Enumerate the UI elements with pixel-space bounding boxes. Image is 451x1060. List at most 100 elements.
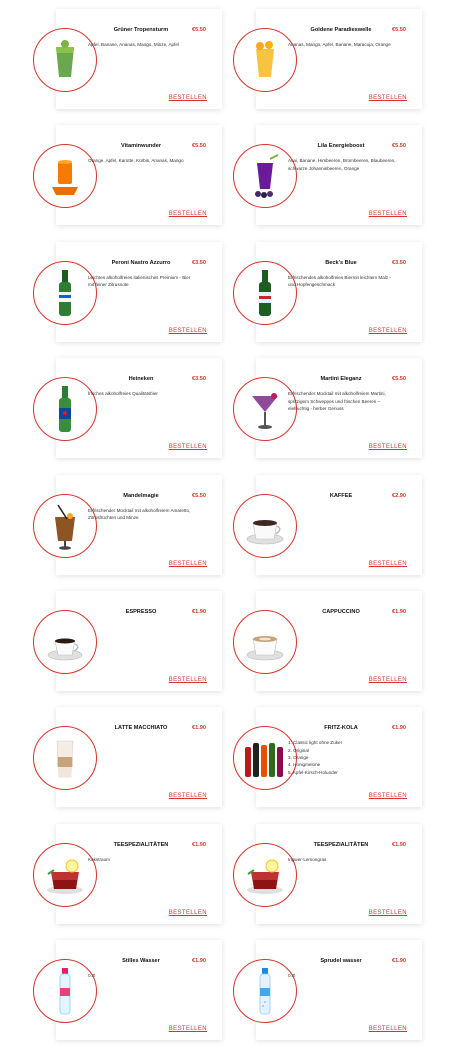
description-line: Ananas, Mango, Apfel, Banane, Maracuja, …	[288, 42, 391, 47]
product-price: €1.90	[392, 609, 406, 615]
product-price: €3.50	[192, 376, 206, 383]
description-line: elefruchtig - herber Genuss	[288, 405, 344, 411]
order-button[interactable]: BESTELLEN	[369, 793, 407, 799]
product-card: Sprudel wasser €1.90 0.2l BESTELLEN	[233, 940, 422, 1041]
product-name: Mandelmagie	[123, 492, 159, 499]
order-button[interactable]: BESTELLEN	[369, 444, 407, 450]
order-button[interactable]: BESTELLEN	[369, 910, 407, 916]
product-card: FRITZ-KOLA €1.90 1. Classic light ohne Zuk…	[233, 707, 422, 808]
description-line: Erfrischender Mocktail mit alkoholfreiem…	[88, 507, 191, 513]
product-description: Ananas, Mango, Apfel, Banane, Maracuja, …	[288, 41, 412, 48]
still-water-bottle-icon	[33, 959, 97, 1024]
product-description: Apfel, Banane, Ananas, Mango, Minze, Apf…	[88, 41, 212, 48]
order-button[interactable]: BESTELLEN	[369, 1026, 407, 1032]
description-line: Erfrischendes alkoholfreies Biermit leic…	[288, 274, 391, 280]
product-card: Grüner Tropensturm €5.50 Apfel, Banane, An…	[33, 9, 222, 109]
product-name: CAPPUCCINO	[322, 609, 360, 615]
order-button[interactable]: BESTELLEN	[169, 444, 207, 450]
product-description: Acai, Banane, Himbeeren, Brombeeren, Bla…	[288, 157, 412, 172]
product-price: €2.90	[392, 492, 406, 499]
order-button[interactable]: BESTELLEN	[169, 793, 207, 799]
order-button[interactable]: BESTELLEN	[169, 328, 207, 334]
product-price: €1.90	[192, 958, 206, 965]
product-name: Stilles Wasser	[122, 958, 160, 965]
description-line: Apfel, Banane, Ananas, Mango, Minze, Apf…	[88, 42, 179, 47]
tea-glass-icon	[233, 842, 297, 907]
product-price: €5.50	[192, 143, 206, 150]
purple-smoothie-icon	[233, 144, 297, 209]
product-card: Mandelmagie €5.50 Erfrischender Mocktail m…	[33, 474, 222, 575]
product-card: KAFFEE €2.90 BESTELLEN	[233, 474, 422, 575]
product-description: Erfrischendes alkoholfreies Biermit leic…	[288, 274, 412, 289]
product-card: Lila Energieboost €5.50 Acai, Banane, Himb…	[233, 125, 422, 226]
product-price: €1.90	[392, 841, 406, 848]
tea-glass-icon	[33, 842, 97, 907]
green-smoothie-icon	[33, 28, 97, 92]
product-name: KAFFEE	[329, 492, 353, 499]
order-button[interactable]: BESTELLEN	[169, 677, 207, 683]
becks-bottle-icon	[233, 260, 297, 325]
product-name: Peroni Nastro Azzurro	[111, 259, 171, 266]
order-button[interactable]: BESTELLEN	[369, 95, 407, 101]
product-price: €1.90	[192, 841, 206, 848]
product-name: Sprudel wasser	[320, 958, 362, 965]
product-price: €5.50	[192, 492, 206, 499]
description-line: Acai, Banane, Himbeeren, Brombeeren, Bla…	[288, 158, 396, 164]
description-line: 2. Original	[288, 747, 309, 753]
espresso-cup-icon	[33, 610, 97, 674]
product-card: LATTE MACCHIATO €1.90 BESTELLEN	[33, 707, 222, 808]
description-line: 0.2l	[288, 973, 296, 979]
order-button[interactable]: BESTELLEN	[369, 677, 407, 683]
product-card: TEESPEZIALITÄTEN €1.90 Kekstraum BESTELLEN	[33, 823, 222, 924]
order-button[interactable]: BESTELLEN	[369, 561, 407, 567]
product-price: €1.90	[392, 958, 406, 965]
product-name: LATTE MACCHIATO	[114, 725, 168, 732]
orange-juice-icon	[33, 144, 97, 209]
product-price: €1.90	[192, 609, 206, 615]
description-line: und Hopfengeschmack	[288, 282, 335, 288]
description-line: mit feiner Zitrusnote	[88, 282, 129, 288]
product-price: €3.50	[192, 259, 206, 266]
sparkling-water-bottle-icon	[233, 959, 297, 1024]
description-line: 3. Orange	[288, 755, 309, 761]
product-card: Vitaminwunder €5.50 Orange, Apfel, Karotte…	[33, 125, 222, 226]
cappuccino-cup-icon	[233, 610, 297, 674]
order-button[interactable]: BESTELLEN	[369, 328, 407, 334]
order-button[interactable]: BESTELLEN	[169, 561, 207, 567]
product-description: Erfrischender Mocktail mit alkoholfreiem…	[88, 507, 212, 522]
product-name: Grüner Tropensturm	[113, 27, 169, 33]
product-description: Erfrischender Mocktail mit alkoholfreiem…	[288, 390, 412, 412]
description-line: Erfrischender Mocktail mit alkoholfreiem…	[288, 391, 386, 397]
description-line: Ingwer-Lemongras	[288, 856, 327, 862]
description-line: Orange, Apfel, Karotte, Kürbis, Ananas, …	[88, 158, 184, 164]
product-description: 0.2l	[288, 972, 412, 979]
product-price: €5.50	[192, 27, 206, 33]
product-description: Ingwer-Lemongras	[288, 856, 412, 863]
description-line: spritzigem Schweppes und frischen Beeren…	[288, 398, 381, 404]
product-name: FRITZ-KOLA	[324, 725, 358, 732]
product-name: TEESPEZIALITÄTEN	[313, 841, 369, 848]
product-description: frisches alkoholfreies Qualitätsbier	[88, 390, 212, 397]
product-description: Orange, Apfel, Karotte, Kürbis, Ananas, …	[88, 157, 212, 164]
product-name: Goldene Paradieswelle	[310, 27, 372, 33]
product-name: TEESPEZIALITÄTEN	[113, 841, 169, 848]
order-button[interactable]: BESTELLEN	[169, 910, 207, 916]
order-button[interactable]: BESTELLEN	[369, 211, 407, 217]
description-line: Kekstraum	[88, 856, 110, 862]
description-line: Leichtes alkoholfreies italienisches Pre…	[88, 274, 191, 280]
product-card: CAPPUCCINO €1.90 BESTELLEN	[233, 591, 422, 691]
coffee-cup-icon	[233, 493, 297, 558]
product-name: Heineken	[128, 376, 154, 383]
product-price: €3.50	[392, 259, 406, 266]
order-button[interactable]: BESTELLEN	[169, 95, 207, 101]
product-description: 0.2l	[88, 972, 212, 979]
product-name: Beck's Blue	[325, 259, 357, 266]
description-line: 5. Apfel-Kirsch-Holunder	[288, 769, 338, 775]
product-card: Heineken €3.50 frisches alkoholfreies Qual…	[33, 358, 222, 459]
order-button[interactable]: BESTELLEN	[169, 1026, 207, 1032]
order-button[interactable]: BESTELLEN	[169, 211, 207, 217]
description-line: 0.2l	[88, 973, 96, 979]
description-line: frisches alkoholfreies Qualitätsbier	[88, 391, 158, 397]
product-card: Beck's Blue €3.50 Erfrischendes alkoholfre…	[233, 241, 422, 342]
heineken-bottle-icon	[33, 377, 97, 442]
